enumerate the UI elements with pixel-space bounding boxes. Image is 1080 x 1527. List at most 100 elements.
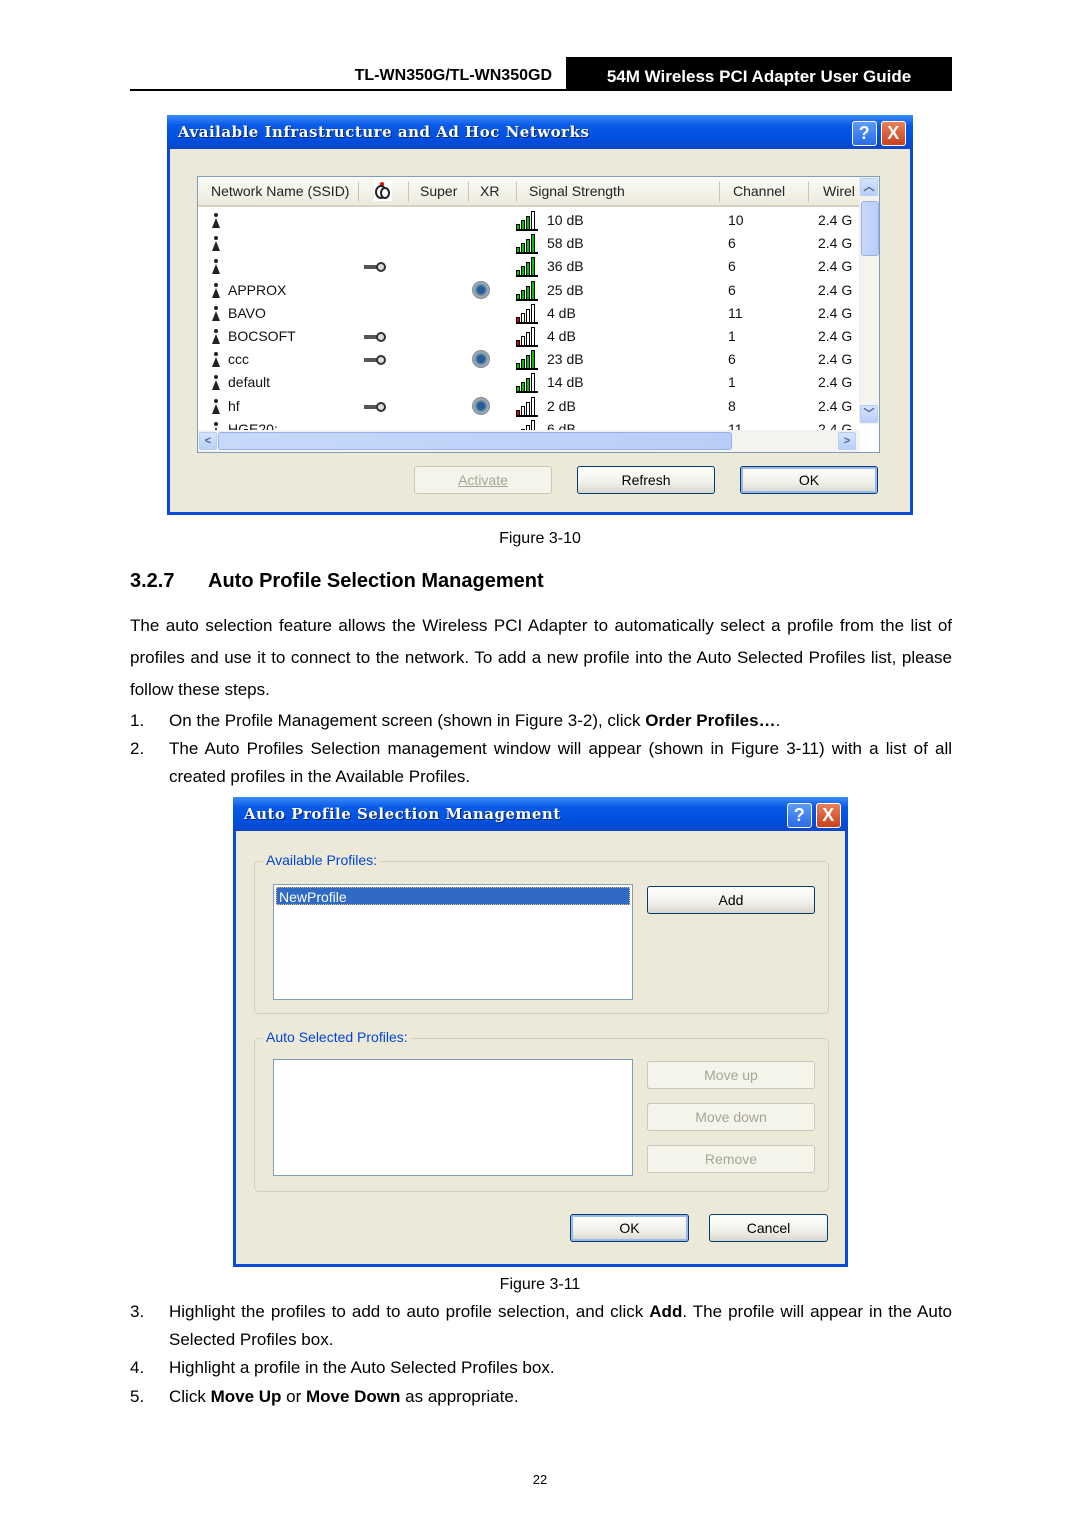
network-row[interactable]: APPROX 25 dB 6 2.4 G: [198, 279, 860, 302]
signal-bar: [526, 401, 530, 415]
signal-strength: 36 dB: [547, 258, 584, 275]
column-xr[interactable]: XR: [480, 183, 499, 199]
ssid: ccc: [228, 351, 249, 368]
channel: 6: [728, 351, 736, 368]
xr-icon: [472, 396, 490, 415]
key-icon: [364, 332, 386, 342]
signal-bar: [521, 289, 525, 299]
scroll-right-button[interactable]: >: [838, 432, 856, 450]
help-button[interactable]: ?: [787, 803, 812, 828]
figure-caption-3-11: Figure 3-11: [499, 1276, 581, 1293]
refresh-button[interactable]: Refresh: [577, 466, 715, 494]
signal-bar: [521, 220, 525, 229]
network-row[interactable]: ccc 23 dB 6 2.4 G: [198, 348, 860, 371]
available-profiles-group: Available Profiles: NewProfile Add: [254, 852, 829, 1014]
step-1: 1. On the Profile Management screen (sho…: [130, 711, 781, 730]
xr-icon: [472, 280, 490, 299]
step-5: 5. Click Move Up or Move Down as appropr…: [130, 1387, 519, 1406]
auto-profile-titlebar: Auto Profile Selection Management ? X: [233, 797, 848, 831]
signal-bar: [521, 382, 525, 392]
signal-bars-icon: [516, 211, 538, 231]
auto-selected-profiles-list[interactable]: [273, 1059, 633, 1176]
signal-bar: [521, 359, 525, 369]
signal-bar: [516, 386, 520, 392]
ok-button[interactable]: OK: [740, 466, 878, 494]
signal-strength: 4 dB: [547, 304, 576, 321]
signal-bar: [516, 293, 520, 299]
network-row[interactable]: BOCSOFT 4 dB 1 2.4 G: [198, 325, 860, 348]
scroll-down-button[interactable]: ﹀: [860, 405, 878, 423]
signal-strength: 2 dB: [547, 397, 576, 414]
signal-strength: 23 dB: [547, 351, 584, 368]
signal-bar: [526, 216, 530, 229]
signal-bar: [516, 316, 520, 322]
column-ssid[interactable]: Network Name (SSID): [211, 183, 349, 199]
networks-window: Available Infrastructure and Ad Hoc Netw…: [167, 115, 913, 515]
signal-strength: 58 dB: [547, 235, 584, 252]
column-signal-strength[interactable]: Signal Strength: [529, 183, 625, 199]
signal-strength: 14 dB: [547, 374, 584, 391]
move-down-button[interactable]: Move down: [647, 1103, 815, 1131]
activate-button[interactable]: Activate: [414, 466, 552, 494]
intro-paragraph: The auto selection feature allows the Wi…: [130, 616, 952, 699]
help-button[interactable]: ?: [852, 121, 877, 146]
auto-profile-window: Auto Profile Selection Management ? X Av…: [233, 797, 848, 1267]
remove-button[interactable]: Remove: [647, 1145, 815, 1173]
station-icon: [212, 213, 220, 228]
vertical-scroll-thumb[interactable]: [861, 201, 879, 256]
horizontal-scrollbar[interactable]: < >: [198, 430, 860, 452]
key-icon: [364, 262, 386, 273]
signal-bar: [531, 327, 535, 345]
network-row[interactable]: 10 dB 10 2.4 G: [198, 209, 860, 232]
wireless-band: 2.4 G: [818, 304, 853, 321]
scroll-left-button[interactable]: <: [199, 432, 217, 450]
network-list-header: Network Name (SSID) Super XR Signal Stre…: [198, 177, 860, 207]
section-number: 3.2.7: [130, 570, 175, 592]
signal-bar: [526, 308, 530, 322]
signal-bars-icon: [516, 234, 538, 255]
vertical-scrollbar[interactable]: ︿ ﹀: [859, 177, 879, 424]
network-list[interactable]: Network Name (SSID) Super XR Signal Stre…: [197, 176, 880, 453]
signal-bars-icon: [516, 257, 538, 278]
ok-button[interactable]: OK: [570, 1214, 689, 1242]
key-icon: [364, 401, 386, 412]
signal-bar: [521, 312, 525, 322]
close-button[interactable]: X: [816, 803, 841, 828]
signal-bar: [531, 280, 535, 299]
network-row[interactable]: BAVO 4 dB 11 2.4 G: [198, 302, 860, 325]
signal-bar: [516, 224, 520, 229]
scroll-up-button[interactable]: ︿: [860, 178, 878, 196]
signal-bar: [526, 355, 530, 369]
cancel-button[interactable]: Cancel: [709, 1214, 828, 1242]
signal-bar: [526, 239, 530, 253]
channel: 6: [728, 235, 736, 252]
channel: 6: [728, 281, 736, 298]
section-title: Auto Profile Selection Management: [208, 570, 544, 592]
network-row[interactable]: 36 dB 6 2.4 G: [198, 255, 860, 278]
ssid: BAVO: [228, 304, 266, 321]
available-profiles-list[interactable]: NewProfile: [273, 884, 633, 1000]
column-channel[interactable]: Channel: [733, 183, 785, 199]
section-heading: 3.2.7 Auto Profile Selection Management: [130, 570, 544, 593]
move-up-button[interactable]: Move up: [647, 1061, 815, 1089]
network-row[interactable]: default 14 dB 1 2.4 G: [198, 371, 860, 394]
add-button[interactable]: Add: [647, 886, 815, 914]
window-title: Auto Profile Selection Management: [244, 805, 561, 823]
signal-bars-icon: [516, 350, 538, 371]
column-super[interactable]: Super: [420, 183, 457, 199]
wireless-band: 2.4 G: [818, 235, 853, 252]
close-button[interactable]: X: [881, 121, 906, 146]
profile-item[interactable]: NewProfile: [276, 887, 630, 905]
network-row[interactable]: 58 dB 6 2.4 G: [198, 232, 860, 255]
column-wireless[interactable]: Wirel: [823, 183, 855, 199]
signal-bar: [521, 243, 525, 253]
network-row[interactable]: hf 2 dB 8 2.4 G: [198, 395, 860, 418]
station-icon: [212, 352, 220, 368]
channel: 6: [728, 258, 736, 275]
horizontal-scroll-thumb[interactable]: [218, 432, 732, 450]
auto-selected-profiles-label: Auto Selected Profiles:: [263, 1029, 411, 1045]
signal-bar: [526, 262, 530, 276]
signal-bar: [521, 266, 525, 276]
wireless-band: 2.4 G: [818, 258, 853, 275]
column-encryption-icon[interactable]: [374, 181, 392, 201]
